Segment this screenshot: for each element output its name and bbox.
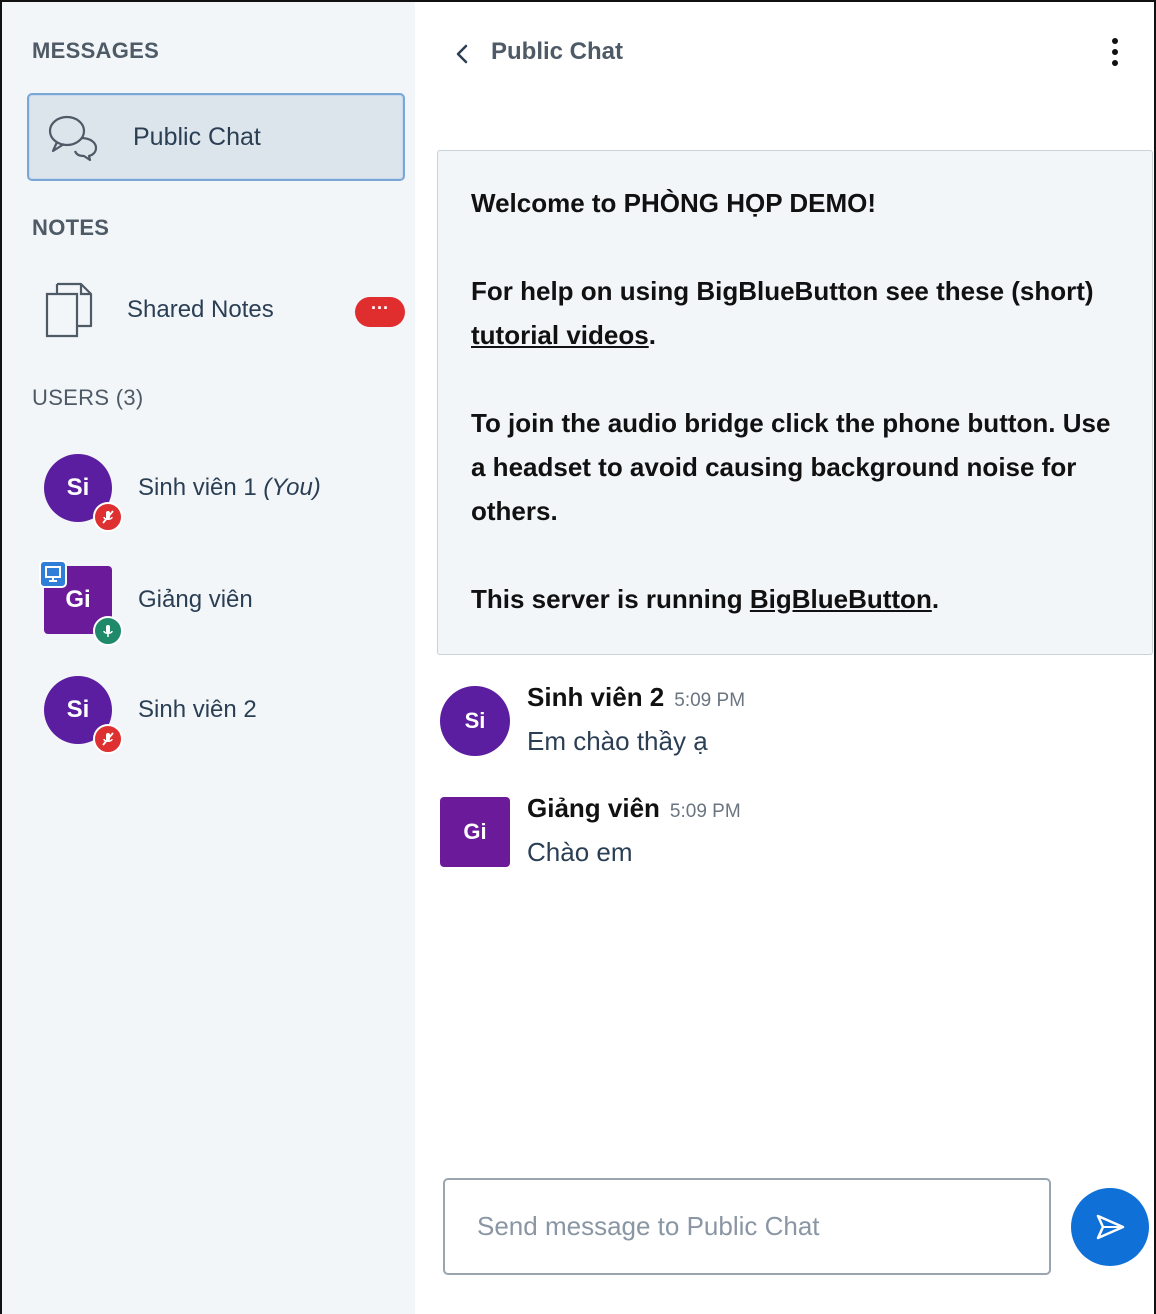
message-time: 5:09 PM (674, 690, 746, 711)
messages-section-title: MESSAGES (32, 38, 160, 63)
user-name: Sinh viên 1 (You) (138, 474, 321, 502)
sender-name: Sinh viên 2 (527, 682, 665, 712)
chat-bubbles-icon (48, 115, 98, 161)
chat-header: Public Chat (415, 2, 1154, 94)
chat-title[interactable]: Public Chat (491, 38, 623, 66)
message-text: Em chào thầy ạ (527, 726, 708, 756)
presenter-icon (39, 560, 67, 588)
message-sender: Sinh viên 2 5:09 PM (527, 682, 745, 713)
user-name-text: Sinh viên 1 (138, 474, 257, 501)
message-composer (443, 1178, 1051, 1275)
you-indicator: (You) (263, 474, 321, 501)
message-sender: Giảng viên 5:09 PM (527, 793, 741, 824)
sidebar-item-public-chat[interactable]: Public Chat (27, 93, 405, 181)
shared-notes-label: Shared Notes (127, 296, 274, 323)
unread-badge: ··· (355, 297, 405, 327)
welcome-text: Welcome to (471, 188, 624, 218)
avatar-initials: Gi (65, 586, 91, 613)
avatar-initials: Si (66, 696, 90, 723)
user-name: Sinh viên 2 (138, 696, 257, 723)
avatar: Si (440, 686, 510, 756)
user-list-item[interactable]: Gi Giảng viên (27, 558, 405, 648)
server-line: This server is running BigBlueButton. (471, 577, 1132, 621)
send-icon (1096, 1214, 1125, 1240)
sender-name: Giảng viên (527, 793, 660, 823)
send-button[interactable] (1071, 1188, 1149, 1266)
server-text: . (931, 584, 940, 614)
sidebar: MESSAGES Public Chat NOTES Shared Notes … (2, 2, 415, 1314)
welcome-text: ! (867, 188, 877, 218)
user-name: Giảng viên (138, 586, 253, 613)
notes-section-title: NOTES (32, 215, 110, 240)
muted-mic-icon (93, 724, 123, 754)
unread-badge-text: ··· (371, 298, 389, 318)
audio-line: To join the audio bridge click the phone… (471, 408, 1111, 526)
bigbluebutton-link[interactable]: BigBlueButton (750, 584, 932, 614)
message-text: Chào em (527, 837, 633, 867)
more-options-icon[interactable] (1107, 36, 1123, 68)
avatar-initials: Gi (463, 819, 487, 844)
chat-message: Gi Giảng viên 5:09 PM Chào em (440, 793, 1140, 883)
room-name: PHÒNG HỌP DEMO (623, 188, 868, 218)
user-list-item[interactable]: Si Sinh viên 1 (You) (27, 446, 405, 536)
mic-icon (93, 616, 123, 646)
help-text: For help on using BigBlueButton see thes… (471, 276, 1094, 306)
public-chat-label: Public Chat (133, 123, 261, 151)
avatar-initials: Si (66, 474, 90, 501)
message-time: 5:09 PM (669, 801, 741, 822)
message-input[interactable] (445, 1180, 1049, 1273)
help-text: . (648, 320, 656, 350)
notes-icon (45, 282, 93, 338)
welcome-line: Welcome to PHÒNG HỌP DEMO! (471, 181, 1132, 225)
welcome-message: Welcome to PHÒNG HỌP DEMO! For help on u… (437, 150, 1153, 655)
chat-message: Si Sinh viên 2 5:09 PM Em chào thầy ạ (440, 682, 1140, 772)
muted-mic-icon (93, 502, 123, 532)
user-list-item[interactable]: Si Sinh viên 2 (27, 668, 405, 758)
help-line: For help on using BigBlueButton see thes… (471, 269, 1132, 357)
server-text: This server is running (471, 584, 750, 614)
chevron-left-icon[interactable] (453, 42, 471, 66)
sidebar-item-shared-notes[interactable]: Shared Notes ··· (27, 270, 405, 350)
users-section-title: USERS (3) (32, 385, 144, 410)
avatar-initials: Si (464, 708, 486, 733)
avatar: Gi (440, 797, 510, 867)
tutorial-videos-link[interactable]: tutorial videos (471, 320, 649, 350)
